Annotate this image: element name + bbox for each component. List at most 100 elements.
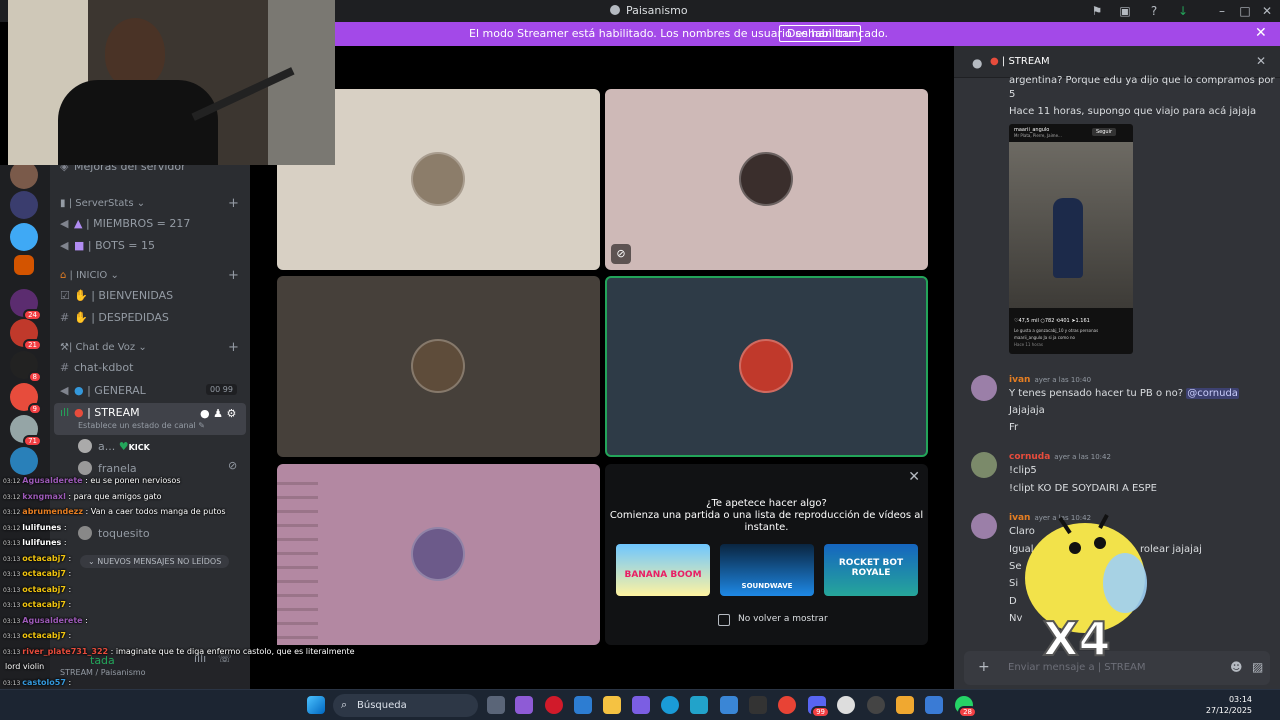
stream-channel-actions[interactable]: ● ♟ ⚙ [200, 407, 236, 420]
inbox-icon[interactable]: ⚑ [1089, 3, 1105, 19]
settings-icon[interactable] [837, 696, 855, 714]
server-icon[interactable]: 24 [10, 289, 42, 321]
server-icon[interactable]: 71 [10, 415, 42, 447]
terminal-icon[interactable] [749, 696, 767, 714]
channel-miembros[interactable]: ◀ ▲ | MIEMBROS = 217 [60, 217, 190, 230]
message-line: Jajajaja [1009, 405, 1045, 416]
capcut-icon[interactable] [690, 696, 708, 714]
add-member-icon[interactable]: ♟ [213, 407, 223, 420]
whatsapp-icon[interactable]: 28 [955, 696, 977, 718]
help-icon[interactable]: ? [1146, 3, 1162, 19]
category-voz[interactable]: ⚒| Chat de Voz ⌄ [60, 342, 147, 353]
channel-general[interactable]: ◀ ● | GENERAL [60, 384, 146, 397]
add-channel-icon[interactable]: + [228, 196, 239, 211]
screen-icon[interactable]: ▣ [1117, 3, 1133, 19]
minimize-icon[interactable]: – [1214, 3, 1230, 19]
discord-icon[interactable]: 99 [808, 696, 830, 718]
store-icon[interactable] [574, 696, 592, 714]
photos-icon[interactable] [925, 696, 943, 714]
voice-user[interactable]: a... ♥KICK [78, 439, 150, 453]
participant-tile[interactable]: ⊘ [605, 89, 928, 270]
message-line: Fr [1009, 422, 1019, 433]
participant-tile[interactable] [277, 276, 600, 457]
taskview-icon[interactable] [487, 696, 505, 714]
activity-card[interactable]: ROCKET BOT ROYALE [824, 544, 918, 596]
channel-bots[interactable]: ◀ ■ | BOTS = 15 [60, 239, 155, 252]
copilot-icon[interactable] [515, 696, 533, 714]
add-attachment-icon[interactable]: + [978, 659, 990, 675]
follow-button[interactable]: Seguir [1092, 128, 1117, 136]
hammer-icon: ⚒ [60, 342, 69, 353]
pen-icon[interactable] [632, 696, 650, 714]
chat-bubble-icon[interactable]: ● [200, 407, 210, 420]
channel-bienvenidas[interactable]: ☑ ✋ | BIENVENIDAS [60, 289, 173, 302]
server-icon[interactable] [10, 191, 38, 219]
dont-show-checkbox[interactable] [718, 614, 730, 626]
user-mention[interactable]: @cornuda [1186, 388, 1239, 399]
voice-user[interactable]: franela [78, 461, 137, 475]
gif-icon[interactable]: ▨ [1252, 660, 1263, 674]
overlay-chat-text: lord violin [5, 662, 45, 671]
channel-status-prompt[interactable]: Establece un estado de canal ✎ [78, 421, 205, 430]
server-icon[interactable] [10, 223, 38, 251]
maximize-icon[interactable]: □ [1237, 3, 1253, 19]
overlay-chat-time: 03:12 [3, 493, 21, 501]
message-author[interactable]: cornuda ayer a las 10:42 [1009, 452, 1111, 462]
edge-icon[interactable] [661, 696, 679, 714]
activity-card[interactable]: SOUNDWAVE [720, 544, 814, 596]
server-icon[interactable] [14, 255, 34, 275]
message-line: Hace 11 horas, supongo que viajo para ac… [1009, 106, 1257, 117]
folder-icon[interactable] [603, 696, 621, 714]
taskbar-clock[interactable]: 03:14 27/12/2025 [1206, 694, 1252, 716]
server-icon[interactable]: 8 [10, 351, 42, 383]
add-channel-icon[interactable]: + [228, 268, 239, 283]
settings-icon[interactable]: ⚙ [226, 407, 236, 420]
channel-despedidas[interactable]: # ✋ | DESPEDIDAS [60, 311, 169, 324]
windows-taskbar: ⌕ Búsqueda 99 28 03:14 27/12/2025 [0, 689, 1280, 720]
download-icon[interactable]: ↓ [1175, 3, 1191, 19]
avatar[interactable] [971, 375, 997, 401]
person-figure [1053, 198, 1083, 278]
avatar[interactable] [971, 513, 997, 539]
channel-kdbot[interactable]: # chat-kdbot [60, 361, 133, 374]
wall [268, 0, 335, 165]
close-chat-icon[interactable]: ✕ [1256, 54, 1266, 68]
avatar [739, 339, 793, 393]
notepad-icon[interactable] [720, 696, 738, 714]
message-line: 5 [1009, 89, 1016, 100]
emoji-icon[interactable]: ☻ [1230, 660, 1243, 674]
server-icon[interactable] [10, 447, 38, 475]
channel-stream[interactable]: ıll ● | STREAM [60, 406, 140, 419]
muted-icon: ⊘ [228, 459, 238, 472]
obs-icon[interactable] [867, 696, 885, 714]
overlay-chat-line: 03:12 lulifunes : [3, 523, 67, 532]
close-activity-icon[interactable]: ✕ [908, 469, 920, 485]
hash-icon: # [60, 361, 70, 374]
chrome-icon[interactable] [778, 696, 796, 714]
taskbar-search[interactable]: ⌕ Búsqueda [333, 694, 478, 717]
vpn-icon[interactable] [896, 696, 914, 714]
category-inicio[interactable]: ⌂ | INICIO ⌄ [60, 270, 119, 281]
overlay-chat-text: : imaginate que te diga enfermo castolo,… [110, 646, 355, 656]
overlay-chat-text: : [85, 615, 88, 625]
torso [58, 80, 218, 165]
instagram-embed[interactable]: maarii_angulo Mr Plata, Pierre, Jaime...… [1009, 124, 1133, 354]
activity-card[interactable]: BANANA BOOM [616, 544, 710, 596]
server-icon[interactable] [10, 161, 38, 189]
avatar[interactable] [971, 452, 997, 478]
overlay-chat-user: octacabj7 [22, 631, 66, 640]
person-icon: ▲ [74, 217, 86, 230]
participant-tile-speaking[interactable] [605, 276, 928, 457]
close-window-icon[interactable]: ✕ [1259, 3, 1275, 19]
wave-icon: ✋ [74, 311, 92, 324]
server-icon[interactable]: 21 [10, 319, 42, 351]
opera-icon[interactable] [545, 696, 563, 714]
close-banner-icon[interactable]: ✕ [1255, 25, 1267, 41]
overlay-chat-line: 03:13 octacabj7 : [3, 600, 71, 609]
start-icon[interactable] [307, 696, 325, 714]
add-channel-icon[interactable]: + [228, 340, 239, 355]
message-author[interactable]: ivan ayer a las 10:40 [1009, 375, 1091, 385]
category-serverstats[interactable]: ▮ | ServerStats ⌄ [60, 198, 145, 209]
disable-streamer-button[interactable]: Deshabilitar [779, 25, 862, 42]
server-icon[interactable]: 9 [10, 383, 42, 415]
